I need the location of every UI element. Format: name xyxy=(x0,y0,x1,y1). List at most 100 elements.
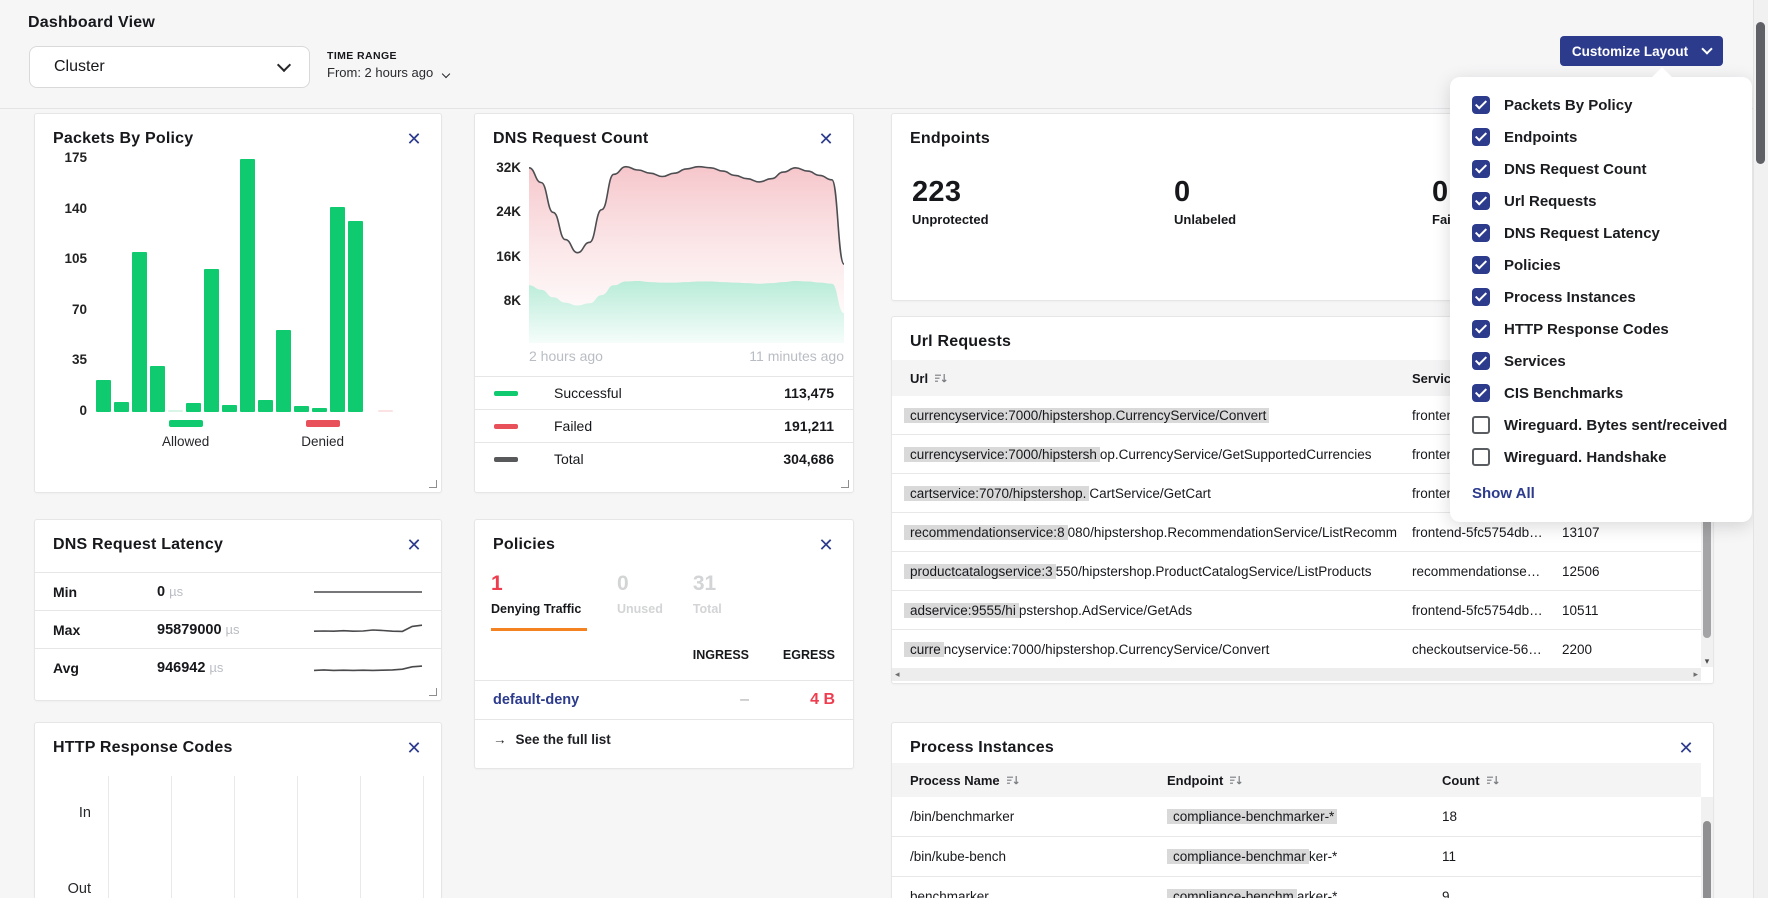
chart-legend-table: Successful113,475 Failed 191,211 Total304,6… xyxy=(475,376,853,475)
chart-legend: Allowed Denied xyxy=(65,420,441,449)
policies-tab[interactable]: 31Total xyxy=(693,572,722,631)
url-highlight: curre xyxy=(904,642,944,657)
dns-request-latency-card: DNS Request Latency ✕ Min0µsMax95879000µ… xyxy=(34,519,442,701)
latency-label: Avg xyxy=(53,660,157,676)
close-icon[interactable]: ✕ xyxy=(815,128,837,150)
sort-icon xyxy=(934,373,947,384)
customize-layout-button[interactable]: Customize Layout xyxy=(1560,36,1723,66)
column-header-process-name[interactable]: Process Name xyxy=(892,773,1167,788)
policy-row[interactable]: default-deny – 4 B xyxy=(475,680,853,720)
sort-icon xyxy=(1006,775,1019,786)
close-icon[interactable]: ✕ xyxy=(815,534,837,556)
show-all-link[interactable]: Show All xyxy=(1472,485,1738,502)
caret-down-icon[interactable]: ▾ xyxy=(1701,656,1713,667)
layout-menu-items: Packets By Policy EndpointsDNS Request Co… xyxy=(1472,89,1738,473)
horizontal-scrollbar[interactable]: ◂ ▸ xyxy=(892,668,1701,681)
layout-menu-item[interactable]: DNS Request Latency xyxy=(1472,217,1738,249)
column-header-count[interactable]: Count xyxy=(1442,773,1701,788)
checkbox-checked-icon[interactable] xyxy=(1472,224,1490,242)
checkbox-checked-icon[interactable] xyxy=(1472,192,1490,210)
page-scrollbar[interactable] xyxy=(1753,0,1768,898)
table-row[interactable]: productcatalogservice:3550/hipstershop.P… xyxy=(892,552,1701,591)
scrollbar-thumb[interactable] xyxy=(1703,821,1711,898)
caret-left-icon[interactable]: ◂ xyxy=(895,669,900,680)
layout-menu-item[interactable]: Process Instances xyxy=(1472,281,1738,313)
resize-handle[interactable] xyxy=(841,480,849,488)
url-cell: currencyservice:7000/hipstershop.Currenc… xyxy=(892,408,1412,423)
endpoint-highlight: compliance-benchm xyxy=(1167,889,1297,898)
layout-menu-item[interactable]: CIS Benchmarks xyxy=(1472,377,1738,409)
layout-menu-item[interactable]: Url Requests xyxy=(1472,185,1738,217)
legend-swatch xyxy=(494,424,518,429)
layout-menu-item[interactable]: Wireguard. Handshake xyxy=(1472,441,1738,473)
endpoint-highlight: compliance-benchmarker-* xyxy=(1167,809,1337,824)
layout-menu-item[interactable]: HTTP Response Codes xyxy=(1472,313,1738,345)
caret-right-icon[interactable]: ▸ xyxy=(1693,669,1698,680)
column-header-endpoint[interactable]: Endpoint xyxy=(1167,773,1442,788)
scrollbar-thumb[interactable] xyxy=(1756,22,1765,164)
policies-tab[interactable]: 0Unused xyxy=(617,572,663,631)
card-title: Endpoints xyxy=(910,130,990,148)
table-row[interactable]: currencyservice:7000/hipstershop.Currenc… xyxy=(892,630,1701,669)
checkbox-checked-icon[interactable] xyxy=(1472,352,1490,370)
checkbox-checked-icon[interactable] xyxy=(1472,288,1490,306)
count-cell: 2200 xyxy=(1562,642,1701,657)
legend-entry: Allowed xyxy=(162,420,209,449)
layout-menu-item[interactable]: Endpoints xyxy=(1472,121,1738,153)
time-range-control[interactable]: TIME RANGE From: 2 hours ago xyxy=(327,50,449,80)
layout-menu-item[interactable]: DNS Request Count xyxy=(1472,153,1738,185)
checkbox-checked-icon[interactable] xyxy=(1472,96,1490,114)
checkbox-unchecked-icon[interactable] xyxy=(1472,448,1490,466)
card-title: Policies xyxy=(493,536,555,554)
policies-tab[interactable]: 1Denying Traffic xyxy=(491,572,587,631)
table-row[interactable]: /bin/kube-benchcompliance-benchmarker-*1… xyxy=(892,837,1701,877)
checkbox-checked-icon[interactable] xyxy=(1472,160,1490,178)
latency-value: 95879000 xyxy=(157,622,222,638)
bar xyxy=(294,406,309,412)
table-row[interactable]: adservice:9555/hipstershop.AdService/Get… xyxy=(892,591,1701,630)
see-full-list-link[interactable]: → See the full list xyxy=(493,732,611,747)
url-rest: 080/hipstershop.RecommendationService/Li… xyxy=(1068,525,1397,540)
close-icon[interactable]: ✕ xyxy=(403,737,425,759)
legend-label: Failed xyxy=(554,418,592,434)
layout-menu-item[interactable]: Packets By Policy xyxy=(1472,89,1738,121)
legend-value: 191,211 xyxy=(784,418,834,434)
checkbox-checked-icon[interactable] xyxy=(1472,256,1490,274)
layout-menu-item[interactable]: Services xyxy=(1472,345,1738,377)
service-cell: frontend-5fc5754db… xyxy=(1412,603,1562,618)
latency-row: Min0µs xyxy=(35,572,441,610)
close-icon[interactable]: ✕ xyxy=(1675,737,1697,759)
resize-handle[interactable] xyxy=(429,480,437,488)
card-title: DNS Request Latency xyxy=(53,536,223,554)
layout-menu-item[interactable]: Policies xyxy=(1472,249,1738,281)
process-name-cell: /bin/kube-bench xyxy=(892,849,1167,864)
column-header-url[interactable]: Url xyxy=(892,371,1412,386)
vertical-scrollbar[interactable] xyxy=(1701,797,1713,898)
latency-row: Avg946942µs xyxy=(35,648,441,686)
service-cell: frontend-5fc5754db… xyxy=(1412,525,1562,540)
view-selector[interactable]: Cluster xyxy=(29,46,310,88)
checkbox-unchecked-icon[interactable] xyxy=(1472,416,1490,434)
legend-row: Successful113,475 xyxy=(475,376,853,409)
checkbox-checked-icon[interactable] xyxy=(1472,320,1490,338)
url-rest: CartService/GetCart xyxy=(1089,486,1211,501)
table-row[interactable]: benchmarkercompliance-benchmarker-*9 xyxy=(892,877,1701,898)
checkbox-checked-icon[interactable] xyxy=(1472,384,1490,402)
sparkline xyxy=(313,655,423,681)
bar xyxy=(168,410,183,412)
table-row[interactable]: /bin/benchmarkercompliance-benchmarker-*… xyxy=(892,797,1701,837)
layout-menu-item[interactable]: Wireguard. Bytes sent/received xyxy=(1472,409,1738,441)
close-icon[interactable]: ✕ xyxy=(403,128,425,150)
close-icon[interactable]: ✕ xyxy=(403,534,425,556)
resize-handle[interactable] xyxy=(429,688,437,696)
bar xyxy=(348,221,363,412)
policy-name-link[interactable]: default-deny xyxy=(493,692,657,708)
legend-row: Total304,686 xyxy=(475,442,853,475)
stat-label: Unprotected xyxy=(912,212,989,227)
y-axis-tick: 175 xyxy=(35,150,87,165)
checkbox-checked-icon[interactable] xyxy=(1472,128,1490,146)
legend-label: Denied xyxy=(301,434,344,449)
legend-label: Total xyxy=(554,451,584,467)
layout-menu-item-label: Packets By Policy xyxy=(1504,97,1632,114)
column-header-ingress: INGRESS xyxy=(657,648,749,662)
